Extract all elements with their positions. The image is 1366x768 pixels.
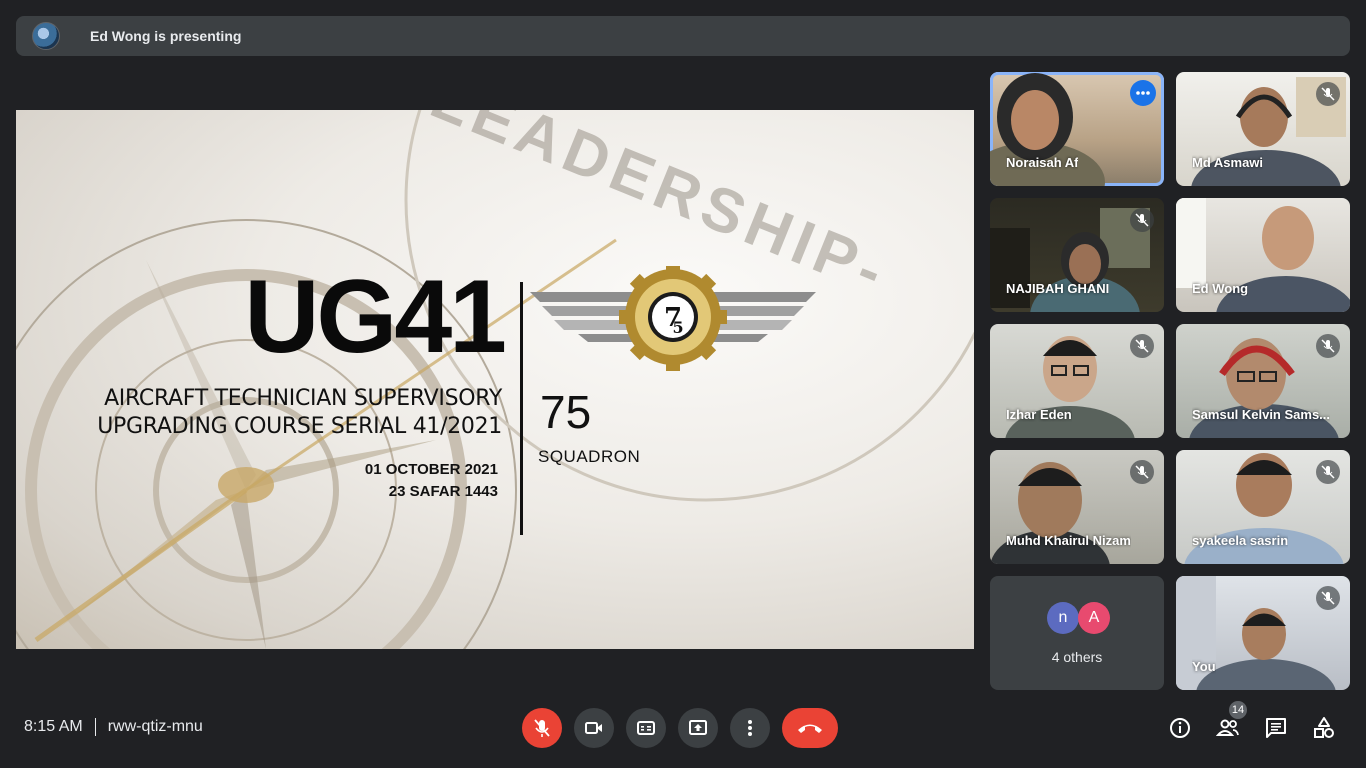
present-icon: [689, 720, 707, 735]
captions-icon: [637, 721, 655, 735]
participant-tile[interactable]: Muhd Khairul Nizam: [990, 450, 1164, 564]
participant-name: You: [1192, 659, 1216, 674]
activities-icon: [1314, 717, 1334, 738]
participant-name: Muhd Khairul Nizam: [1006, 533, 1131, 548]
presentation-slide: -LEADERSHIP- UG41 AIRCRAFT TECHNICIAN SU…: [16, 110, 974, 649]
course-title: UG41: [244, 259, 507, 375]
squadron-label: SQUADRON: [538, 447, 641, 466]
squadron-logo: 7 5: [530, 266, 816, 371]
others-tile[interactable]: n A 4 others: [990, 576, 1164, 690]
mic-off-icon: [1316, 586, 1340, 610]
participant-tile[interactable]: Izhar Eden: [990, 324, 1164, 438]
participant-tile[interactable]: Samsul Kelvin Sams...: [1176, 324, 1350, 438]
presenter-avatar: [32, 22, 60, 50]
participant-tile[interactable]: Md Asmawi: [1176, 72, 1350, 186]
more-options-button[interactable]: [730, 708, 770, 748]
info-icon: [1170, 718, 1190, 738]
participant-tile[interactable]: NAJIBAH GHANI: [990, 198, 1164, 312]
activities-button[interactable]: [1308, 712, 1340, 744]
more-options-icon[interactable]: [1130, 80, 1156, 106]
participant-name: syakeela sasrin: [1192, 533, 1289, 548]
people-icon: [1216, 719, 1239, 736]
mic-off-icon: [1130, 208, 1154, 232]
mic-off-icon: [1316, 460, 1340, 484]
hangup-icon: [798, 724, 822, 733]
clock: 8:15 AM: [24, 718, 83, 735]
mic-toggle-button[interactable]: [522, 708, 562, 748]
chat-button[interactable]: [1260, 712, 1292, 744]
compass-background: -LEADERSHIP-: [16, 110, 974, 649]
others-label: 4 others: [1051, 649, 1103, 665]
mic-off-icon: [1130, 334, 1154, 358]
participant-name: Samsul Kelvin Sams...: [1192, 407, 1331, 422]
meeting-details: 8:15 AM rww-qtiz-mnu: [24, 718, 203, 736]
participant-name: Noraisah Af: [1006, 155, 1079, 170]
participant-name: NAJIBAH GHANI: [1006, 281, 1110, 296]
participant-tile[interactable]: Noraisah Af: [990, 72, 1164, 186]
leave-call-button[interactable]: [782, 708, 838, 748]
course-date: 01 OCTOBER 2021: [364, 461, 498, 478]
svg-text:5: 5: [672, 318, 683, 337]
more-options-icon: [748, 720, 752, 736]
others-avatars: n A: [1047, 602, 1110, 634]
meeting-details-button[interactable]: [1164, 712, 1196, 744]
divider: [520, 282, 523, 535]
participant-tile[interactable]: Ed Wong: [1176, 198, 1350, 312]
mic-off-icon: [1316, 82, 1340, 106]
camera-icon: [585, 722, 602, 734]
participant-name: Md Asmawi: [1192, 155, 1264, 170]
mic-off-icon: [1130, 460, 1154, 484]
participant-tile[interactable]: syakeela sasrin: [1176, 450, 1350, 564]
course-hijri-date: 23 SAFAR 1443: [388, 483, 498, 500]
captions-button[interactable]: [626, 708, 666, 748]
divider: [94, 718, 96, 736]
course-name-line1: AIRCRAFT TECHNICIAN SUPERVISORY: [104, 386, 502, 411]
mic-off-icon: [534, 719, 550, 737]
squadron-number: 75: [540, 386, 592, 438]
presenting-banner: Ed Wong is presenting: [16, 16, 1350, 56]
meeting-code: rww-qtiz-mnu: [107, 718, 203, 735]
avatar: n: [1047, 602, 1079, 634]
presenting-text: Ed Wong is presenting: [90, 28, 242, 44]
participant-name: Ed Wong: [1192, 281, 1249, 296]
participant-name: Izhar Eden: [1006, 407, 1072, 422]
course-name-line2: UPGRADING COURSE SERIAL 41/2021: [97, 414, 502, 439]
chat-icon: [1266, 718, 1286, 738]
avatar: A: [1078, 602, 1110, 634]
self-tile[interactable]: You: [1176, 576, 1350, 690]
mic-off-icon: [1316, 334, 1340, 358]
camera-toggle-button[interactable]: [574, 708, 614, 748]
present-now-button[interactable]: [678, 708, 718, 748]
participant-count-badge: 14: [1229, 701, 1247, 719]
